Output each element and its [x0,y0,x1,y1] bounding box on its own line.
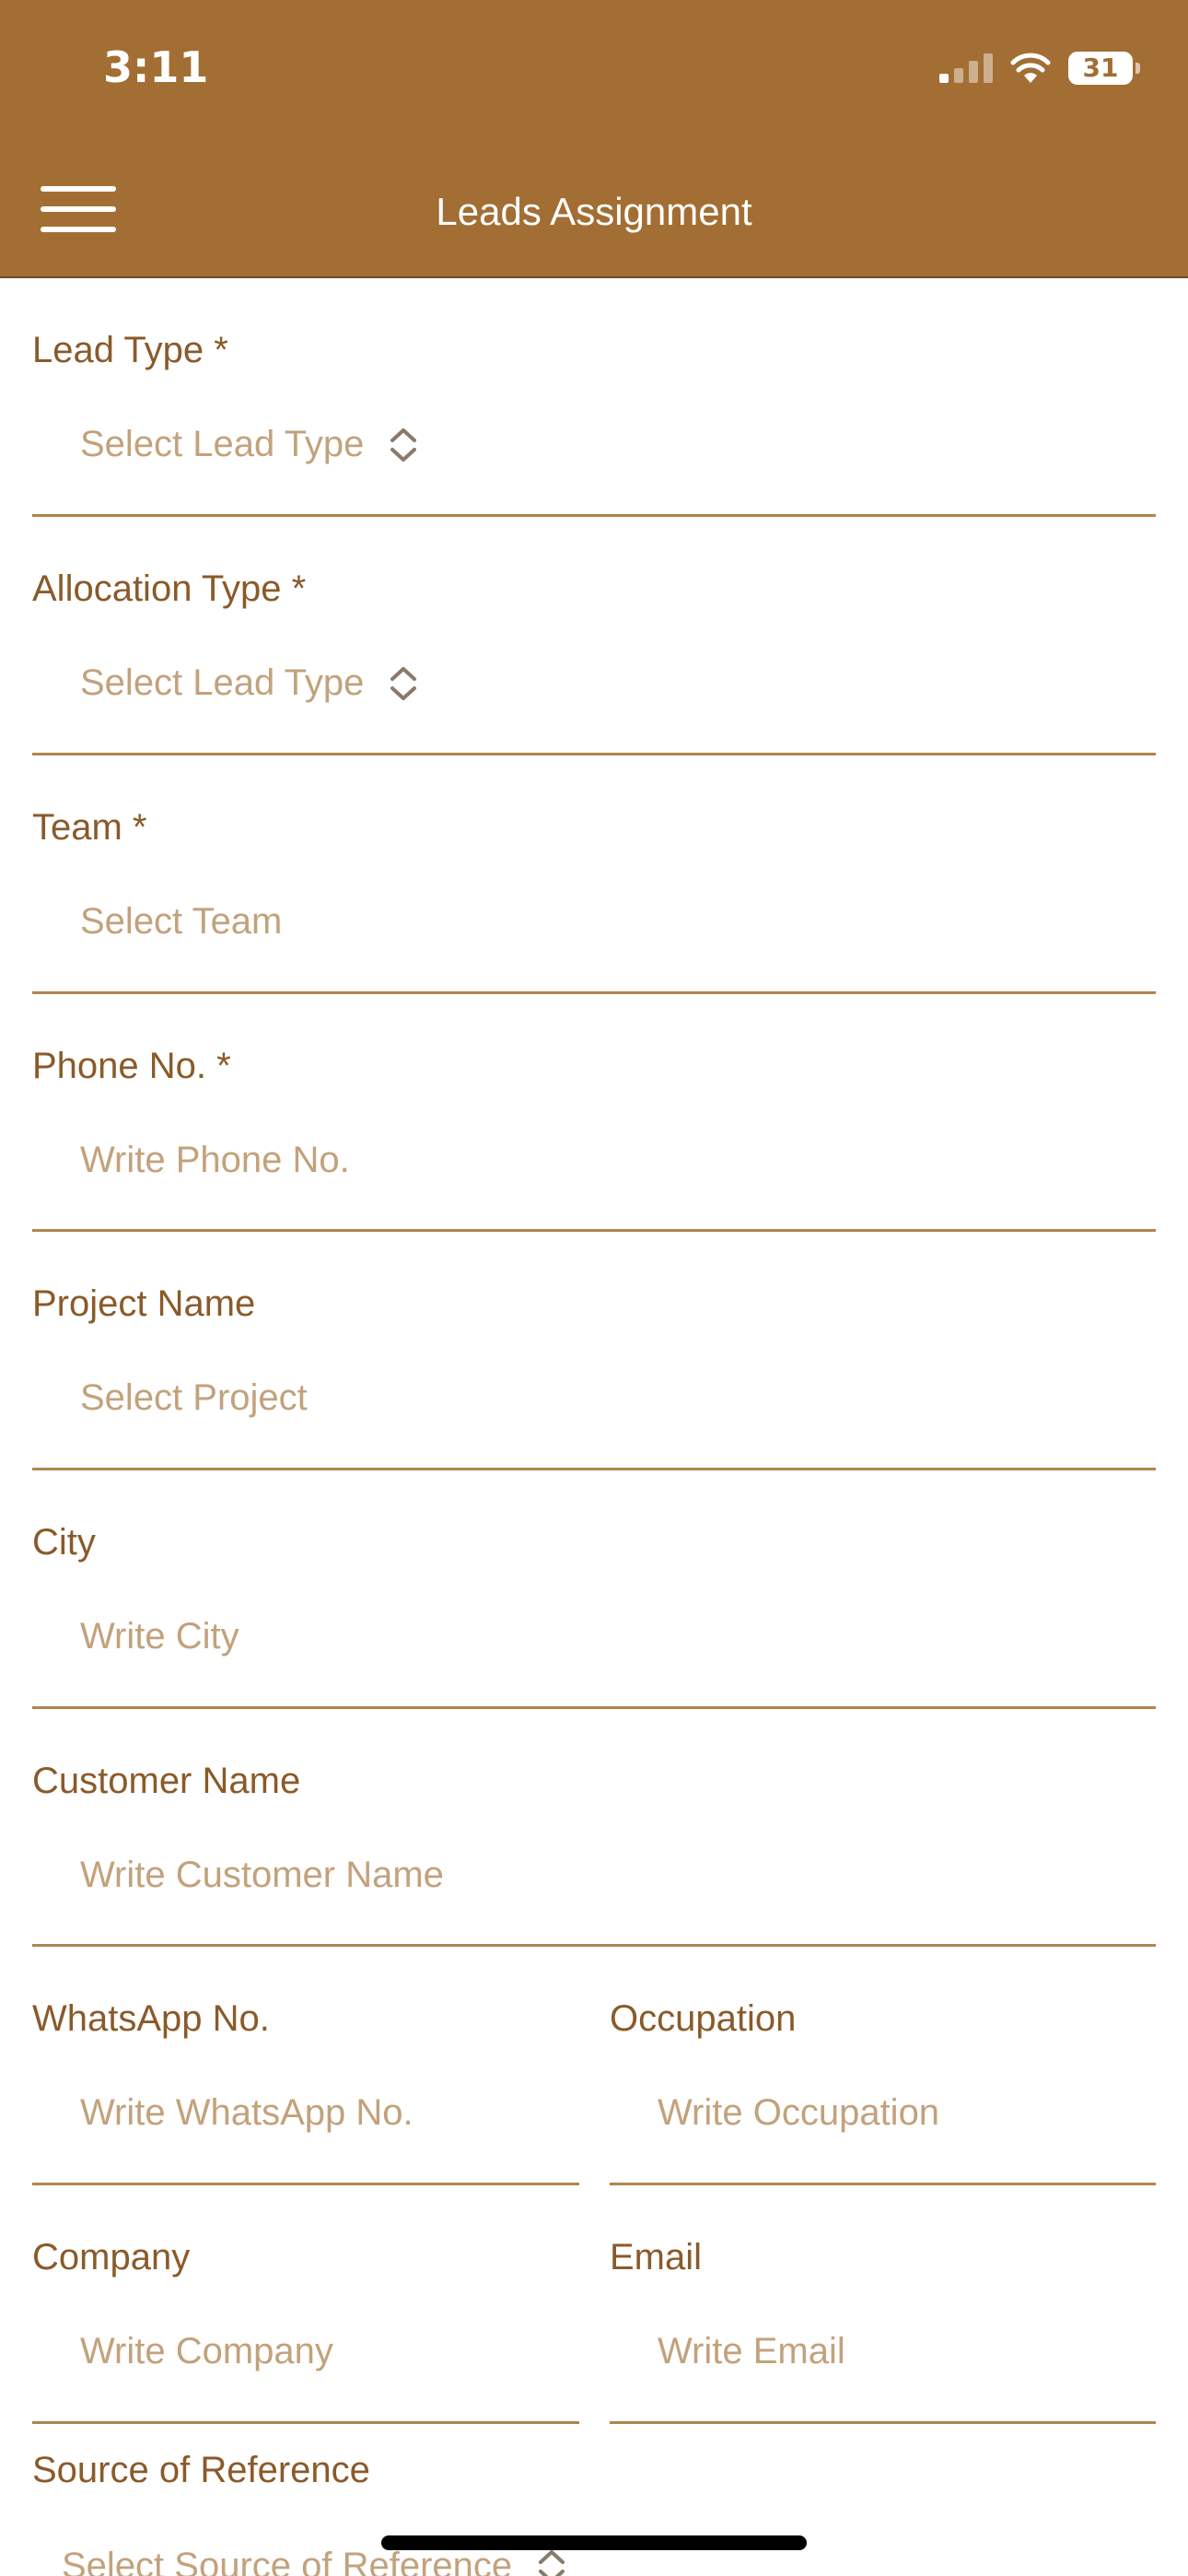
chevron-up-down-icon [539,2549,565,2576]
company-field: Company Write Company [32,2211,579,2424]
team-field: Team * Select Team [32,781,1156,994]
chevron-up-down-icon [390,427,417,462]
whatsapp-placeholder: Write WhatsApp No. [80,2092,413,2133]
signal-icon [939,53,993,83]
lead-type-placeholder: Select Lead Type [80,424,365,464]
occupation-field: Occupation Write Occupation [610,1973,1156,2185]
status-time: 3:11 [103,42,209,92]
lead-type-select[interactable]: Select Lead Type [80,424,419,465]
customer-name-field: Customer Name Write Customer Name [32,1735,1156,1947]
project-placeholder: Select Project [80,1377,308,1418]
allocation-type-label: Allocation Type * [32,568,307,609]
email-field: Email Write Email [610,2211,1156,2424]
city-field: City Write City [32,1496,1156,1709]
lead-type-label: Lead Type * [32,330,228,370]
email-label: Email [610,2237,703,2277]
company-placeholder: Write Company [80,2331,333,2371]
app-header: 3:11 31 Leads Assignment [0,0,1188,278]
team-select[interactable]: Select Team [80,901,282,943]
phone-placeholder: Write Phone No. [80,1140,350,1180]
status-icons: 31 [939,52,1140,85]
customer-name-label: Customer Name [32,1761,301,1801]
wifi-icon [1010,53,1051,83]
email-input[interactable]: Write Email [658,2331,845,2372]
project-name-label: Project Name [32,1283,256,1324]
allocation-type-select[interactable]: Select Lead Type [80,662,419,704]
customer-name-placeholder: Write Customer Name [80,1855,444,1895]
occupation-placeholder: Write Occupation [658,2092,940,2133]
home-indicator[interactable] [381,2535,807,2550]
customer-name-input[interactable]: Write Customer Name [80,1855,444,1896]
whatsapp-label: WhatsApp No. [32,1998,270,2039]
lead-type-field: Lead Type * Select Lead Type [32,304,1156,517]
city-placeholder: Write City [80,1616,239,1657]
occupation-label: Occupation [610,1998,797,2039]
email-placeholder: Write Email [658,2331,845,2371]
allocation-type-field: Allocation Type * Select Lead Type [32,543,1156,755]
battery-icon: 31 [1068,52,1140,85]
phone-input[interactable]: Write Phone No. [80,1140,350,1181]
city-input[interactable]: Write City [80,1616,239,1657]
team-label: Team * [32,807,147,848]
chevron-up-down-icon [390,666,417,700]
phone-field: Phone No. * Write Phone No. [32,1020,1156,1232]
city-label: City [32,1522,96,1563]
source-of-reference-field: Source of Reference Select Source of Ref… [32,2450,1156,2576]
company-input[interactable]: Write Company [80,2331,333,2372]
source-of-reference-label: Source of Reference [32,2450,370,2490]
whatsapp-field: WhatsApp No. Write WhatsApp No. [32,1973,579,2185]
allocation-type-placeholder: Select Lead Type [80,662,365,703]
page-title: Leads Assignment [436,190,752,233]
project-select[interactable]: Select Project [80,1377,308,1419]
company-label: Company [32,2237,191,2277]
project-name-field: Project Name Select Project [32,1258,1156,1470]
team-placeholder: Select Team [80,901,283,942]
whatsapp-input[interactable]: Write WhatsApp No. [80,2092,413,2134]
phone-label: Phone No. * [32,1046,231,1086]
occupation-input[interactable]: Write Occupation [658,2092,939,2134]
